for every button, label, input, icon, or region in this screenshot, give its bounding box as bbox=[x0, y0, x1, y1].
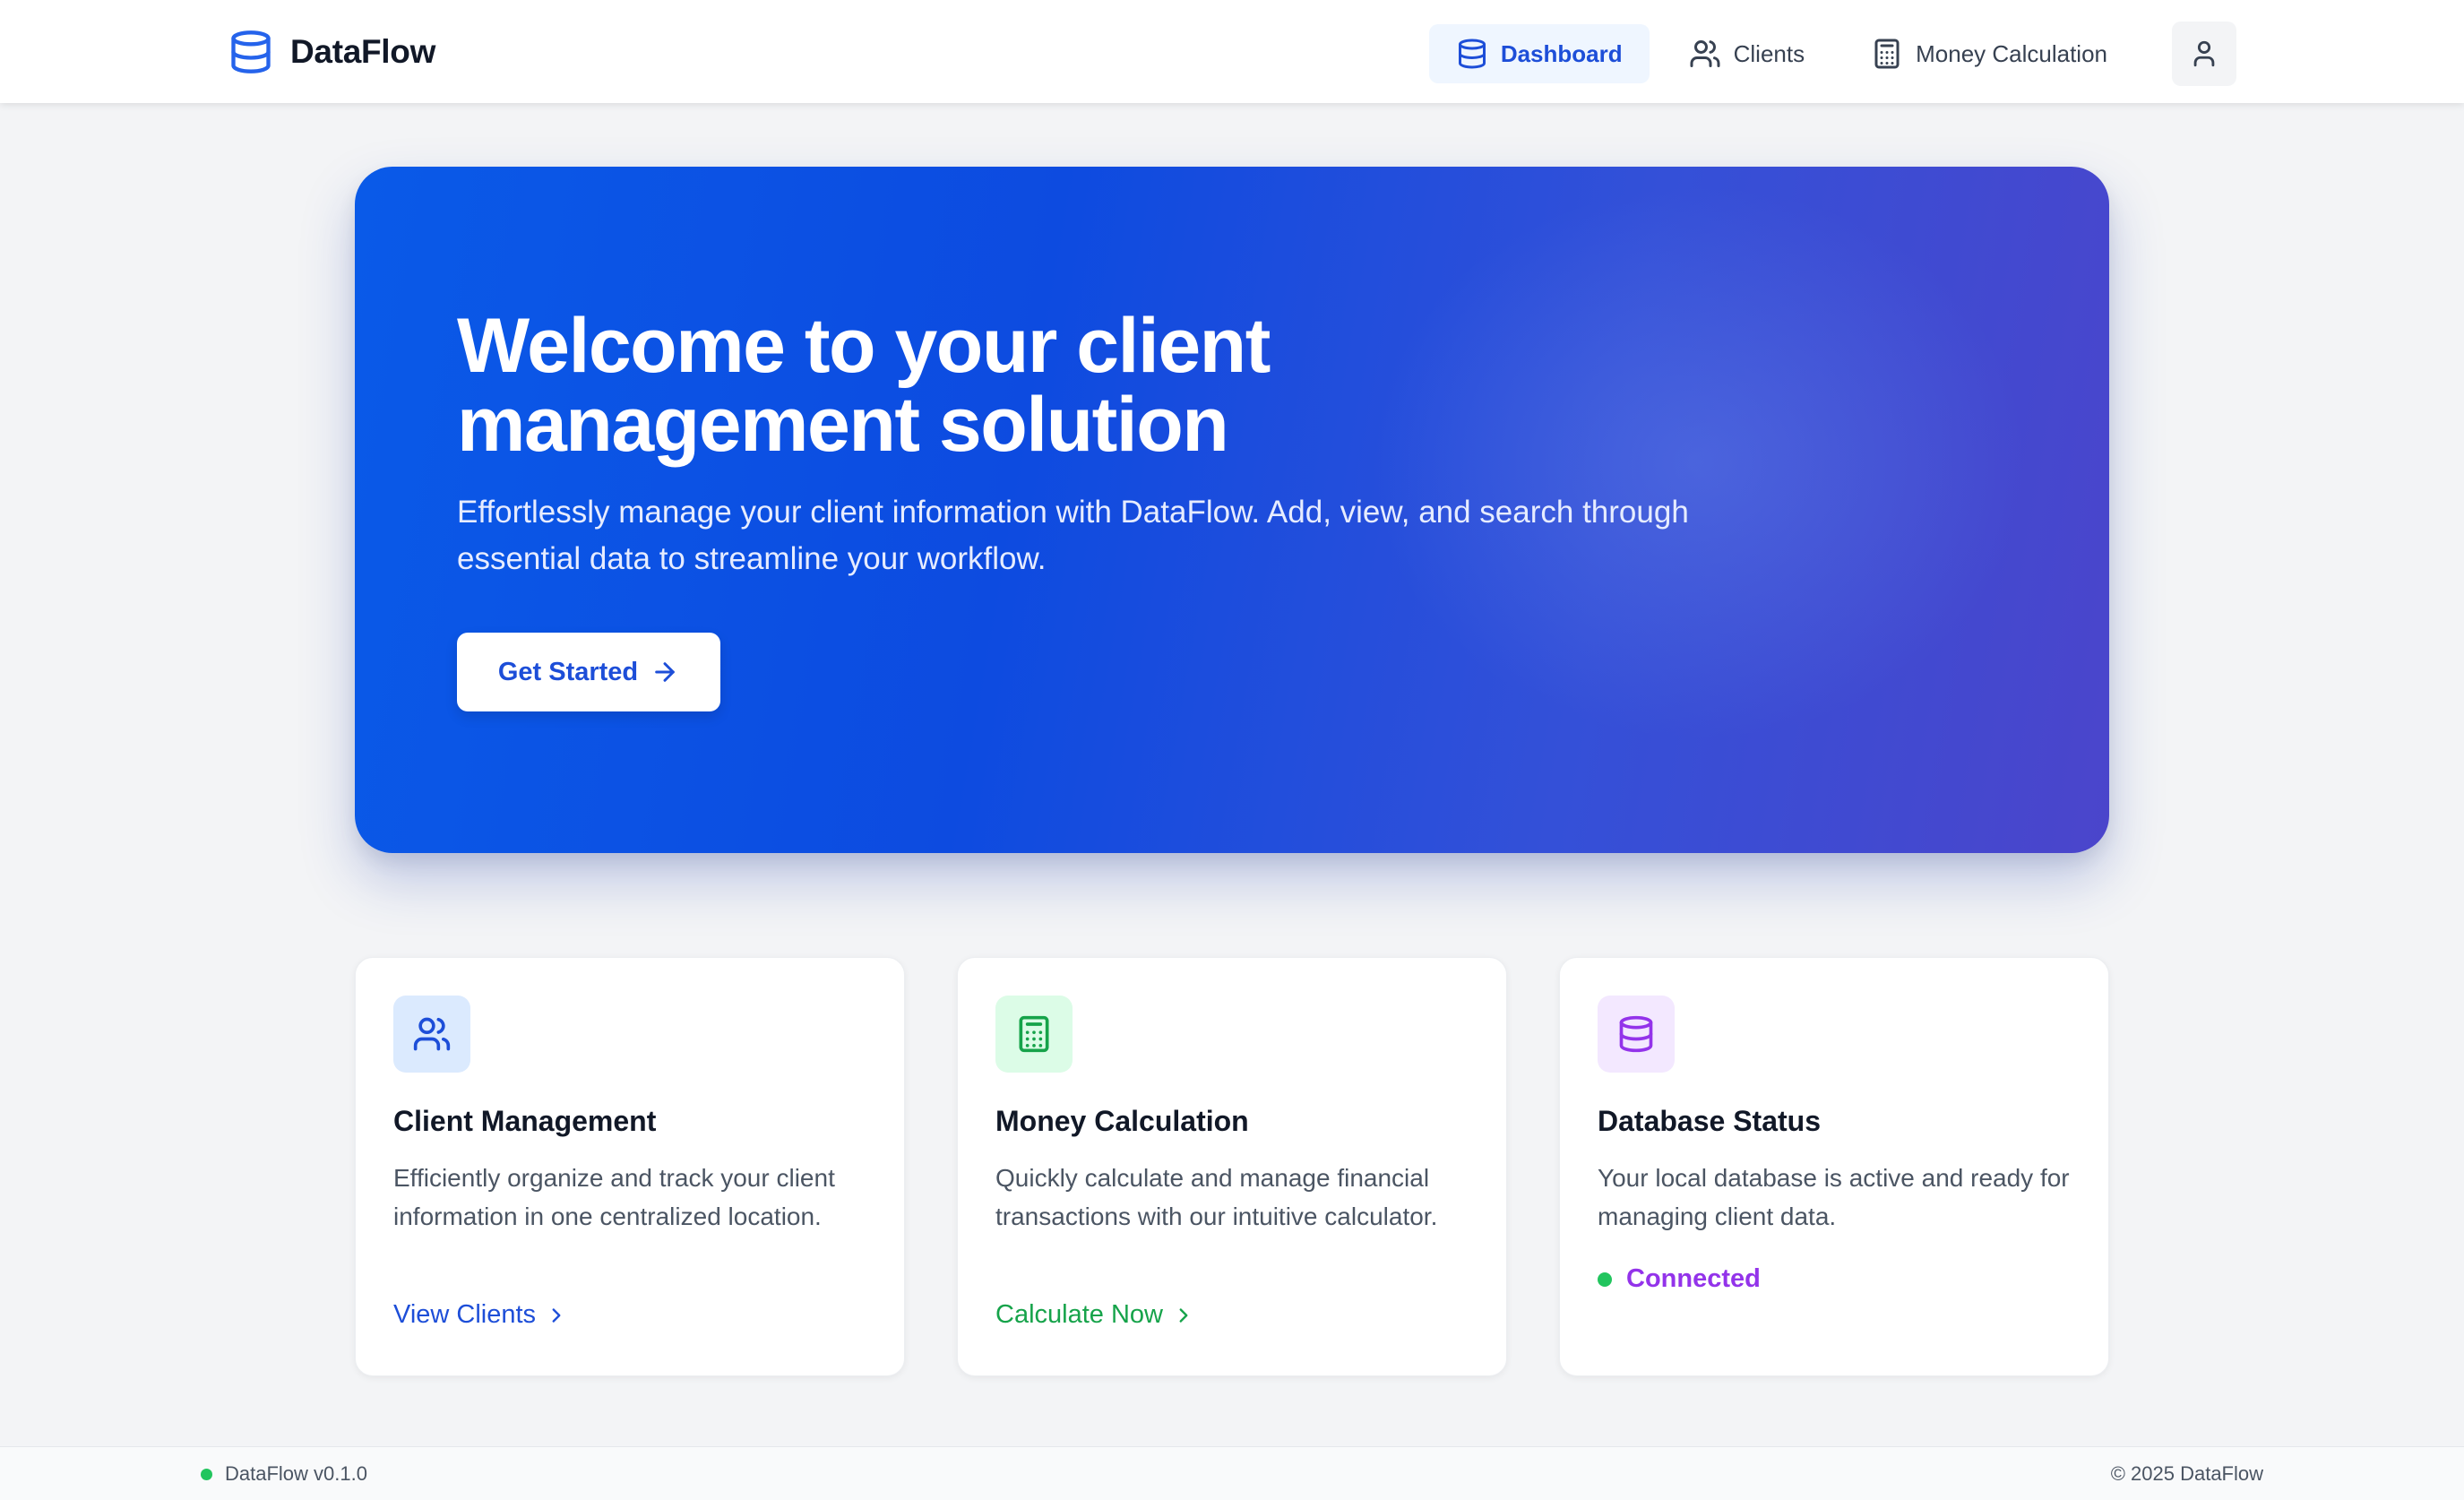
card-database-status: Database Status Your local database is a… bbox=[1559, 957, 2109, 1376]
user-icon bbox=[2193, 40, 2215, 67]
database-icon bbox=[231, 30, 271, 73]
users-icon bbox=[1690, 40, 1720, 67]
calculate-now-link[interactable]: Calculate Now bbox=[995, 1300, 1195, 1330]
get-started-label: Get Started bbox=[497, 657, 639, 686]
card-icon-box bbox=[393, 996, 470, 1073]
main-nav: Dashboard Clients Money Calculation bbox=[1417, 22, 2236, 86]
footer-copyright: © 2025 DataFlow bbox=[2111, 1447, 2263, 1500]
card-title: Money Calculation bbox=[995, 1105, 1249, 1137]
card-title: Database Status bbox=[1598, 1105, 1821, 1137]
footer-version: DataFlow v0.1.0 bbox=[201, 1447, 367, 1500]
status-dot bbox=[201, 1468, 212, 1480]
chevron-right-icon bbox=[1179, 1307, 1188, 1323]
calculator-icon bbox=[1874, 39, 1900, 69]
status-dot bbox=[1598, 1272, 1612, 1287]
hero-subtitle: Effortlessly manage your client informat… bbox=[457, 495, 1689, 576]
card-money-calculation: Money Calculation Quickly calculate and … bbox=[957, 957, 1507, 1376]
chevron-right-icon bbox=[552, 1307, 561, 1323]
profile-button[interactable] bbox=[2172, 22, 2236, 86]
hero-banner: Welcome to your client management soluti… bbox=[355, 167, 2109, 853]
users-icon bbox=[413, 1017, 451, 1051]
database-icon bbox=[1619, 1015, 1653, 1053]
card-client-management: Client Management Efficiently organize a… bbox=[355, 957, 905, 1376]
card-description: Your local database is active and ready … bbox=[1598, 1164, 2070, 1230]
calculator-icon bbox=[1019, 1015, 1049, 1053]
hero-title: Welcome to your client management soluti… bbox=[457, 303, 1271, 468]
card-icon-box bbox=[995, 996, 1073, 1073]
nav-label: Money Calculation bbox=[1916, 39, 2107, 67]
database-icon bbox=[1458, 39, 1486, 69]
version-label: DataFlow v0.1.0 bbox=[225, 1462, 367, 1485]
view-clients-label: View Clients bbox=[393, 1300, 537, 1329]
top-navbar: DataFlow Dashboard Clients Money Calcula… bbox=[0, 0, 2464, 103]
card-description: Quickly calculate and manage financial t… bbox=[995, 1164, 1438, 1230]
status-label: Connected bbox=[1626, 1264, 1761, 1293]
get-started-button[interactable]: Get Started bbox=[457, 633, 720, 711]
nav-item-clients[interactable]: Clients bbox=[1662, 24, 1831, 83]
nav-label: Dashboard bbox=[1500, 39, 1623, 67]
card-icon-box bbox=[1598, 996, 1675, 1073]
brand-logo[interactable]: DataFlow bbox=[228, 27, 435, 77]
copyright-label: © 2025 DataFlow bbox=[2110, 1462, 2263, 1485]
card-title: Client Management bbox=[393, 1105, 657, 1137]
nav-label: Clients bbox=[1733, 39, 1805, 67]
view-clients-link[interactable]: View Clients bbox=[393, 1300, 568, 1330]
nav-item-money-calculation[interactable]: Money Calculation bbox=[1844, 24, 2134, 83]
card-description: Efficiently organize and track your clie… bbox=[393, 1164, 835, 1230]
brand-name: DataFlow bbox=[290, 33, 436, 70]
arrow-right-icon bbox=[655, 662, 675, 682]
calculate-now-label: Calculate Now bbox=[995, 1300, 1163, 1329]
nav-item-dashboard[interactable]: Dashboard bbox=[1428, 24, 1650, 83]
footer: DataFlow v0.1.0 © 2025 DataFlow bbox=[0, 1446, 2464, 1500]
connection-status: Connected bbox=[1598, 1264, 1761, 1294]
